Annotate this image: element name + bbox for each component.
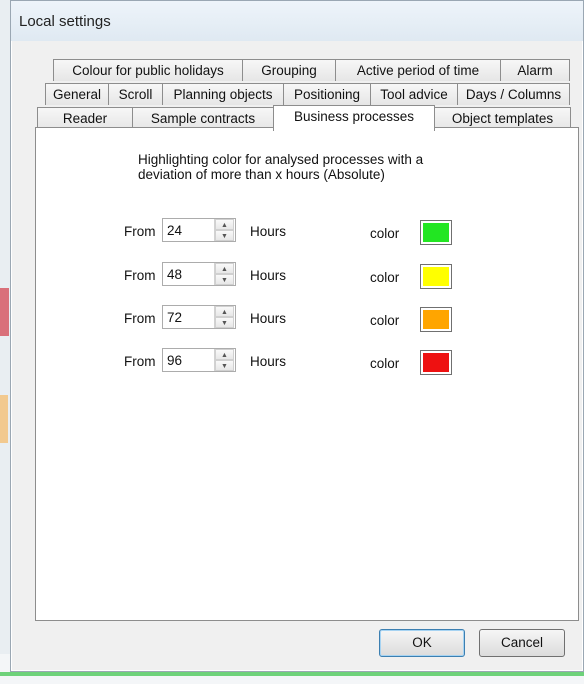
cancel-button[interactable]: Cancel (479, 629, 565, 657)
color-swatch-button[interactable] (420, 350, 452, 375)
tab-planning-objects[interactable]: Planning objects (162, 83, 284, 105)
threshold-row: From 48 ▲ ▼ Hours color (36, 262, 580, 290)
stepper-buttons: ▲ ▼ (214, 349, 235, 371)
hours-value[interactable]: 48 (167, 267, 182, 282)
background-orange-marker (0, 395, 8, 443)
dialog-title: Local settings (19, 13, 111, 30)
stepper-buttons: ▲ ▼ (214, 219, 235, 241)
panel-description: Highlighting color for analysed processe… (138, 152, 424, 182)
color-label: color (370, 356, 400, 371)
tab-positioning[interactable]: Positioning (283, 83, 371, 105)
hours-unit-label: Hours (250, 311, 287, 326)
hours-unit-label: Hours (250, 224, 287, 239)
local-settings-dialog: Local settings Colour for public holiday… (10, 0, 584, 672)
threshold-row: From 24 ▲ ▼ Hours color (36, 218, 580, 246)
tab-general[interactable]: General (45, 83, 109, 105)
tab-days-columns[interactable]: Days / Columns (457, 83, 570, 105)
tab-tool-advice[interactable]: Tool advice (370, 83, 458, 105)
color-label: color (370, 270, 400, 285)
tab-colour-public-holidays[interactable]: Colour for public holidays (53, 59, 243, 81)
hours-stepper[interactable]: 24 ▲ ▼ (162, 218, 236, 242)
from-label: From (124, 224, 156, 239)
business-processes-panel: Highlighting color for analysed processe… (35, 127, 579, 621)
settings-tab-control: Colour for public holidays Grouping Acti… (37, 59, 571, 131)
background-app-edge (0, 0, 10, 684)
hours-stepper[interactable]: 48 ▲ ▼ (162, 262, 236, 286)
ok-button[interactable]: OK (379, 629, 465, 657)
tab-reader[interactable]: Reader (37, 107, 133, 129)
hours-value[interactable]: 24 (167, 223, 182, 238)
tab-active-period-of-time[interactable]: Active period of time (335, 59, 501, 81)
tab-business-processes[interactable]: Business processes (273, 105, 435, 131)
spin-up-icon[interactable]: ▲ (215, 349, 234, 360)
tab-object-templates[interactable]: Object templates (434, 107, 571, 129)
spin-down-icon[interactable]: ▼ (215, 230, 234, 241)
color-swatch-button[interactable] (420, 264, 452, 289)
dialog-titlebar[interactable]: Local settings (11, 1, 583, 41)
hours-stepper[interactable]: 72 ▲ ▼ (162, 305, 236, 329)
from-label: From (124, 268, 156, 283)
tab-alarm[interactable]: Alarm (500, 59, 570, 81)
tab-scroll[interactable]: Scroll (108, 83, 163, 105)
tab-sample-contracts[interactable]: Sample contracts (132, 107, 274, 129)
spin-down-icon[interactable]: ▼ (215, 274, 234, 285)
from-label: From (124, 311, 156, 326)
spin-down-icon[interactable]: ▼ (215, 317, 234, 328)
color-label: color (370, 226, 400, 241)
color-swatch-button[interactable] (420, 220, 452, 245)
background-red-marker (0, 288, 9, 336)
color-label: color (370, 313, 400, 328)
spin-up-icon[interactable]: ▲ (215, 306, 234, 317)
hours-stepper[interactable]: 96 ▲ ▼ (162, 348, 236, 372)
hours-unit-label: Hours (250, 268, 287, 283)
stepper-buttons: ▲ ▼ (214, 263, 235, 285)
spin-up-icon[interactable]: ▲ (215, 263, 234, 274)
threshold-row: From 72 ▲ ▼ Hours color (36, 305, 580, 333)
hours-value[interactable]: 72 (167, 310, 182, 325)
from-label: From (124, 354, 156, 369)
stepper-buttons: ▲ ▼ (214, 306, 235, 328)
spin-up-icon[interactable]: ▲ (215, 219, 234, 230)
hours-unit-label: Hours (250, 354, 287, 369)
threshold-row: From 96 ▲ ▼ Hours color (36, 348, 580, 376)
spin-down-icon[interactable]: ▼ (215, 360, 234, 371)
color-swatch-button[interactable] (420, 307, 452, 332)
hours-value[interactable]: 96 (167, 353, 182, 368)
tab-grouping[interactable]: Grouping (242, 59, 336, 81)
